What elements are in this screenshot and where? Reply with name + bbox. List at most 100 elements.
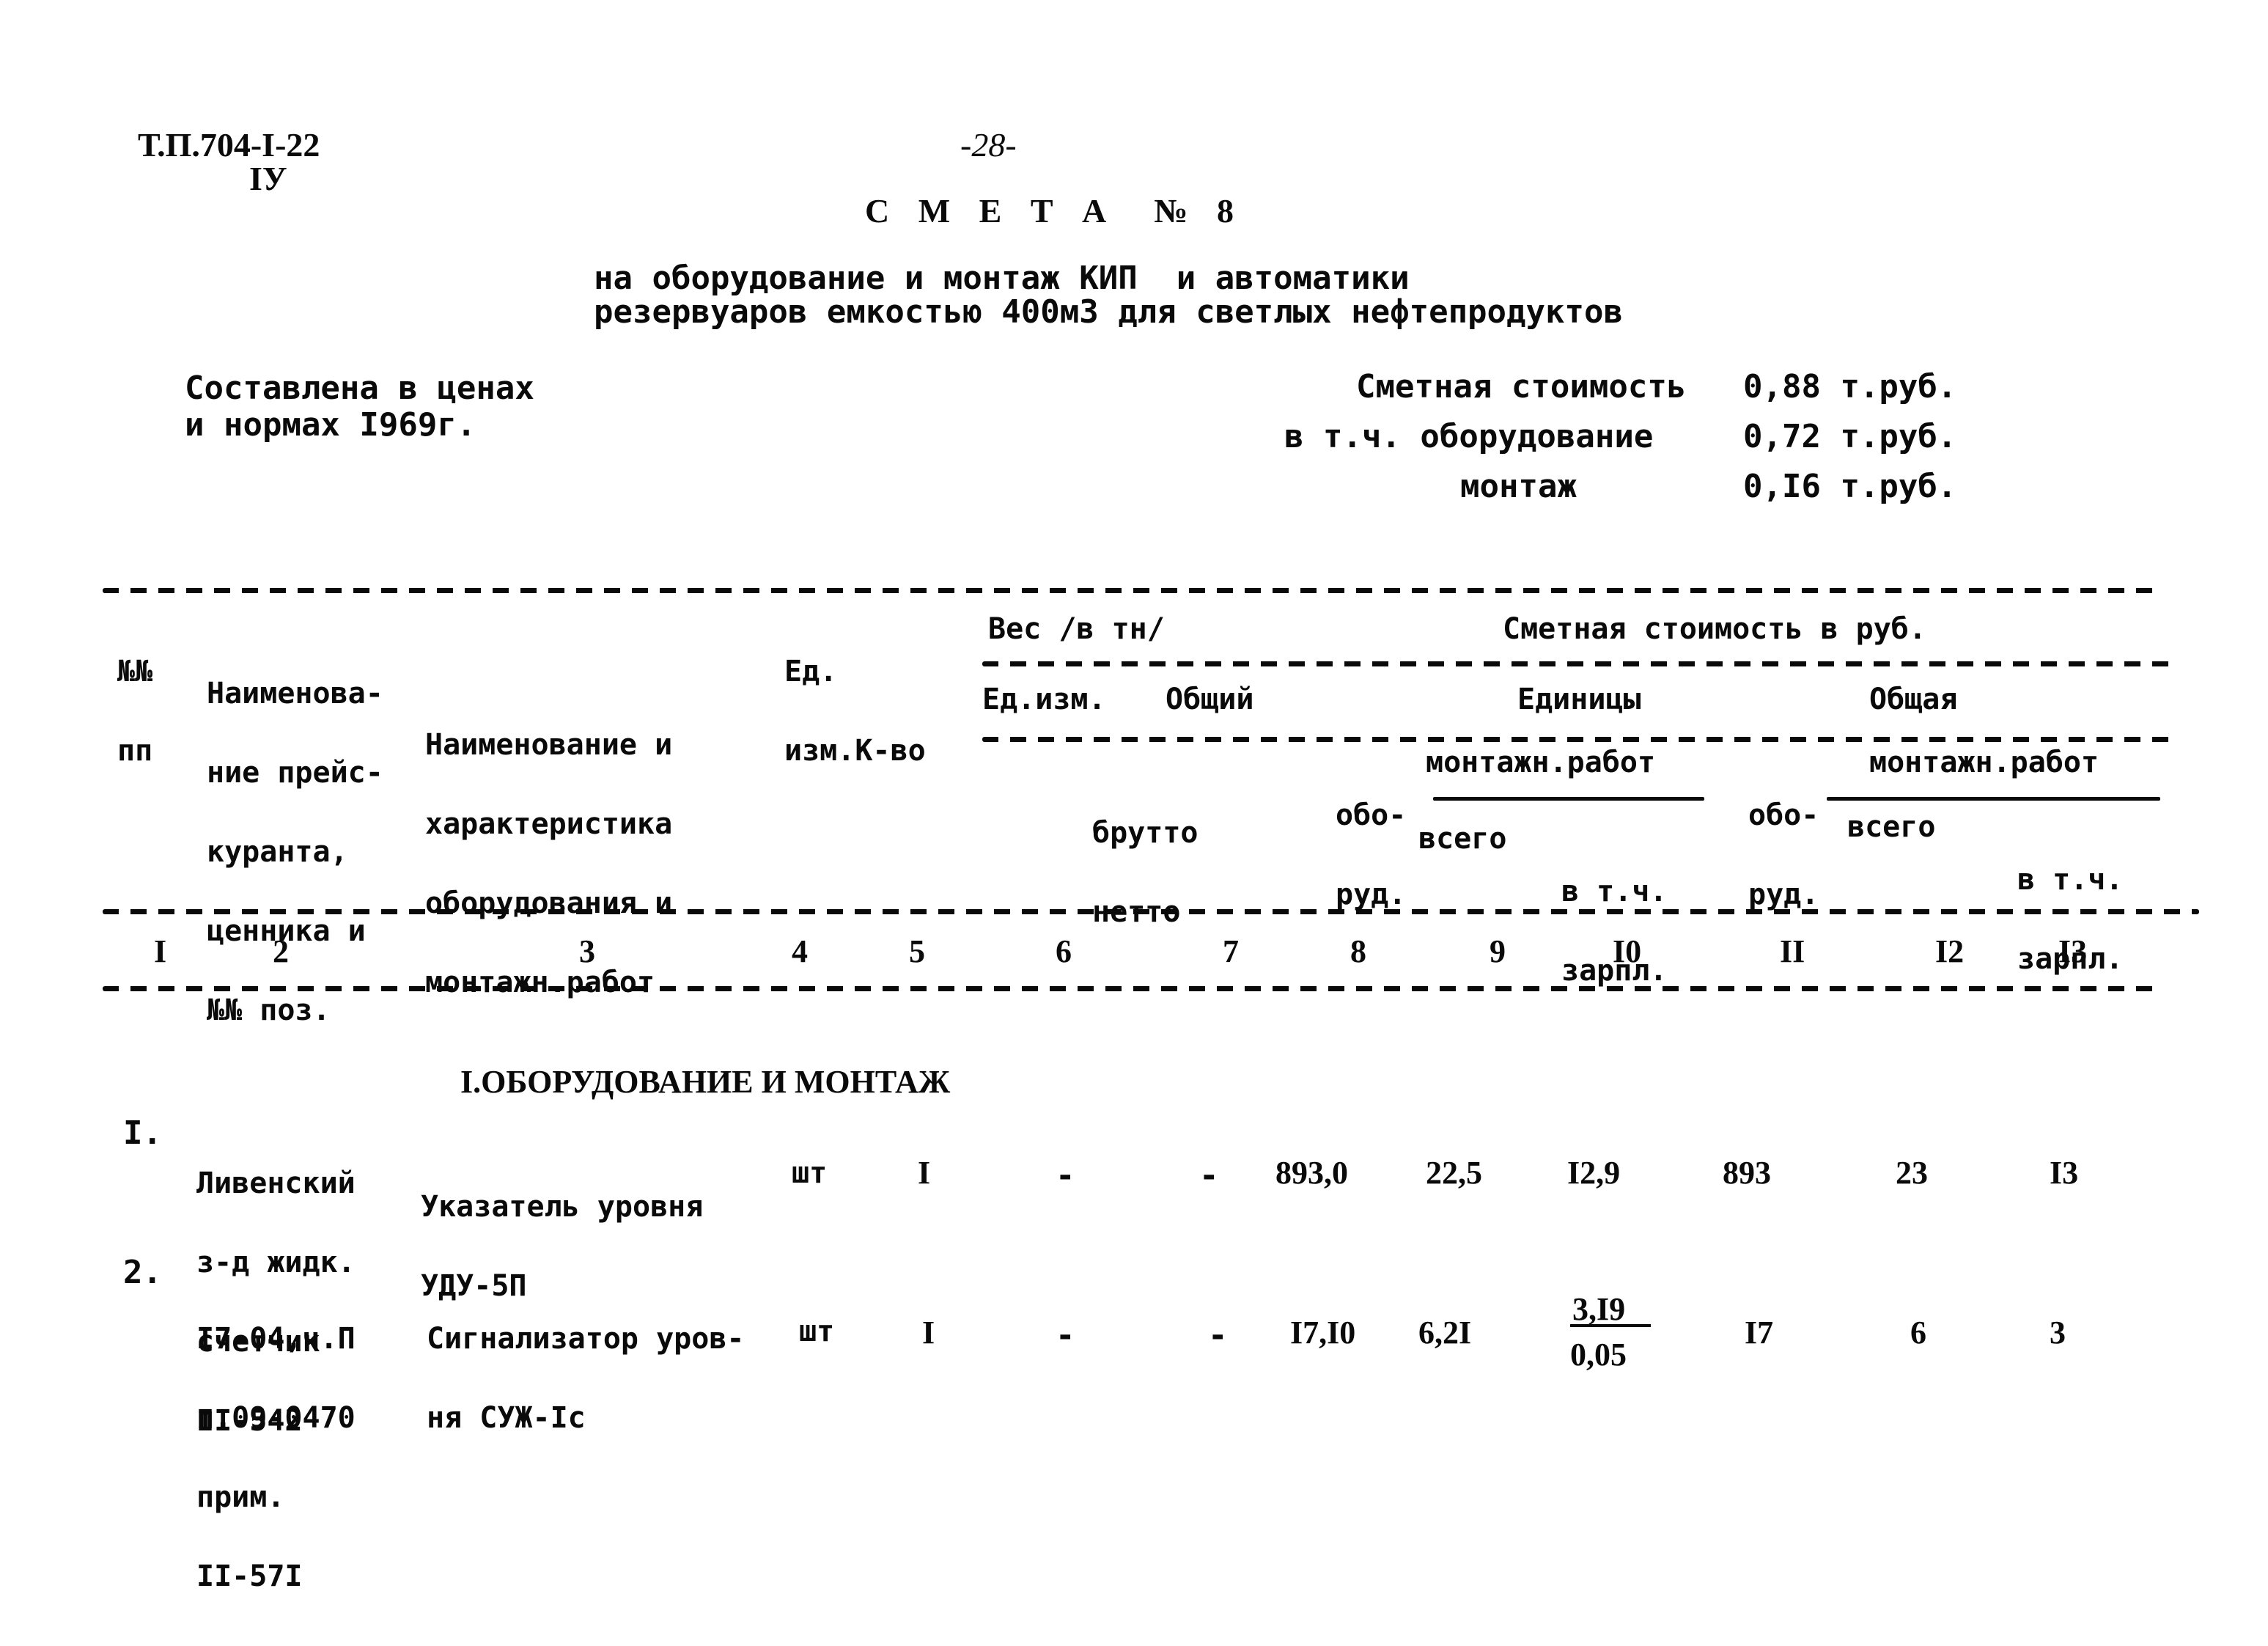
pricelist-line: Ливенский (196, 1166, 356, 1200)
document-subcode: IУ (249, 160, 287, 197)
weight-cost-subrule (982, 661, 2170, 666)
header-total-install-all: всего (1847, 810, 1936, 844)
pricelist-line: II-57I (196, 1559, 303, 1593)
row-total-install-all: 6 (1910, 1315, 1926, 1351)
row-total-equip: I7 (1745, 1315, 1774, 1351)
prices-basis-line2: и нормах I969г. (185, 406, 476, 444)
header-cost-group: Сметная стоимость в руб. (1503, 612, 1926, 646)
installation-cost-label: монтаж (1460, 468, 1577, 505)
header-total-group: Общая (1869, 683, 1958, 716)
equipment-cost-label: в т.ч. оборудование (1284, 418, 1654, 455)
row-item-name: Сигнализатор уров- ня СУЖ-Iс (427, 1273, 744, 1484)
item-name-line: Сигнализатор уров- (427, 1322, 745, 1356)
header-net: нетто (1092, 895, 1181, 929)
section-title: I.ОБОРУДОВАНИЕ И МОНТАЖ (460, 1064, 951, 1100)
page-number: -28- (960, 126, 1017, 164)
row-qty: I (918, 1155, 931, 1191)
header-unit-install-all: всего (1418, 822, 1507, 856)
column-number: I2 (1935, 933, 1965, 969)
header-wages-line: в т.ч. (2017, 863, 2124, 897)
header-equip-line: обо- (1748, 798, 1819, 832)
header-unit-install-wages: в т.ч. зарпл. (1561, 826, 1668, 1010)
header-col2-line: ценника и (207, 914, 366, 948)
row-unit: шт (799, 1315, 835, 1348)
header-unit-line: Ед. (784, 655, 838, 688)
row-qty: I (922, 1315, 935, 1351)
header-col1-line: пп (117, 734, 153, 768)
header-equip-line: руд. (1336, 878, 1407, 911)
row-weight-total: - (1208, 1317, 1228, 1354)
header-unit-qty: Ед. изм.К-во (784, 606, 926, 790)
column-number: 2 (273, 933, 289, 969)
header-qty-line: изм.К-во (784, 734, 926, 768)
pricelist-line: з-д жидк. (196, 1246, 356, 1279)
total-cost-value: 0,88 т.руб. (1743, 368, 1957, 405)
header-col1-line: №№ (117, 655, 153, 688)
column-number: 3 (579, 933, 595, 969)
row-unit-install-wages-sub: 0,05 (1570, 1337, 1627, 1373)
header-col2-line: ние прейс- (207, 756, 383, 790)
row-weight-unit: - (1056, 1157, 1075, 1194)
unit-install-underline (1433, 797, 1704, 801)
header-col2: Наименова- ние прейс- куранта, ценника и… (207, 628, 383, 1050)
row-total-install-wages: 3 (2050, 1315, 2066, 1351)
row-total-install-wages: I3 (2050, 1155, 2079, 1191)
header-col3-line: монтажн.работ (425, 966, 655, 999)
header-unit-install: монтажн.работ (1426, 746, 1656, 779)
column-numbers-bottom-rule (103, 986, 2155, 991)
column-number: 5 (909, 933, 925, 969)
header-total-install: монтажн.работ (1869, 746, 2099, 779)
total-install-underline (1827, 797, 2160, 801)
row-unit-equip: I7,I0 (1290, 1315, 1356, 1351)
row-number: I. (123, 1114, 162, 1152)
header-gross: брутто (1092, 816, 1199, 850)
item-name-line: ня СУЖ-Iс (427, 1401, 586, 1435)
header-weight-sub: брутто нетто (1092, 767, 1199, 952)
column-number: I (154, 933, 167, 969)
header-wages-line: в т.ч. (1561, 875, 1668, 908)
header-col3-line: характеристика (425, 807, 673, 841)
header-weight-group: Вес /в тн/ (988, 612, 1165, 646)
header-unit-equip: обо- руд. (1336, 749, 1406, 934)
row-total-equip: 893 (1723, 1155, 1771, 1191)
header-col3: Наименование и характеристика оборудован… (425, 679, 672, 1022)
table-top-rule (103, 588, 2155, 593)
header-col3-line: Наименование и (425, 728, 673, 762)
column-number: I0 (1613, 933, 1642, 969)
column-number: I3 (2058, 933, 2088, 969)
document-code: Т.П.704-I-22 (138, 126, 320, 164)
document-subtitle-line2: резервуаров емкостью 400м3 для светлых н… (594, 293, 1623, 331)
column-number: 6 (1056, 933, 1072, 969)
row-total-install-all: 23 (1896, 1155, 1928, 1191)
header-col1: №№ пп (117, 606, 152, 790)
equipment-cost-value: 0,72 т.руб. (1743, 418, 1957, 455)
header-col2-line: Наименова- (207, 677, 383, 710)
row-weight-unit: - (1056, 1317, 1075, 1354)
column-number: 7 (1223, 933, 1239, 969)
row-unit-install-wages: I2,9 (1567, 1155, 1621, 1191)
column-number: 4 (792, 933, 808, 969)
row-unit-equip: 893,0 (1275, 1155, 1348, 1191)
header-col3-line: оборудования и (425, 886, 673, 920)
column-number: II (1780, 933, 1805, 969)
row-weight-total: - (1199, 1157, 1219, 1194)
pricelist-line: I7-04,ч.П (196, 1322, 356, 1356)
header-total-equip: обо- руд. (1748, 749, 1819, 934)
document-title: С М Е Т А № 8 (865, 192, 1244, 229)
column-number: 9 (1490, 933, 1506, 969)
row-unit-install-all: 6,2I (1418, 1315, 1472, 1351)
prices-basis-line1: Составлена в ценах (185, 370, 534, 407)
fraction-bar (1570, 1324, 1651, 1327)
unit-total-subrule (982, 737, 2170, 742)
pricelist-line: п.09-0470 (196, 1401, 356, 1435)
column-number: 8 (1350, 933, 1366, 969)
row-number: 2. (123, 1254, 162, 1291)
header-weight-total: Общий (1166, 683, 1254, 716)
item-name-line: Указатель уровня (421, 1190, 704, 1224)
row-unit-install-all: 22,5 (1426, 1155, 1482, 1191)
header-equip-line: обо- (1336, 798, 1407, 832)
header-unit-group: Единицы (1517, 683, 1641, 716)
total-cost-label: Сметная стоимость (1356, 368, 1687, 405)
header-equip-line: руд. (1748, 878, 1819, 911)
row-pricelist: I7-04,ч.П п.09-0470 прим. II-57I (196, 1273, 356, 1642)
